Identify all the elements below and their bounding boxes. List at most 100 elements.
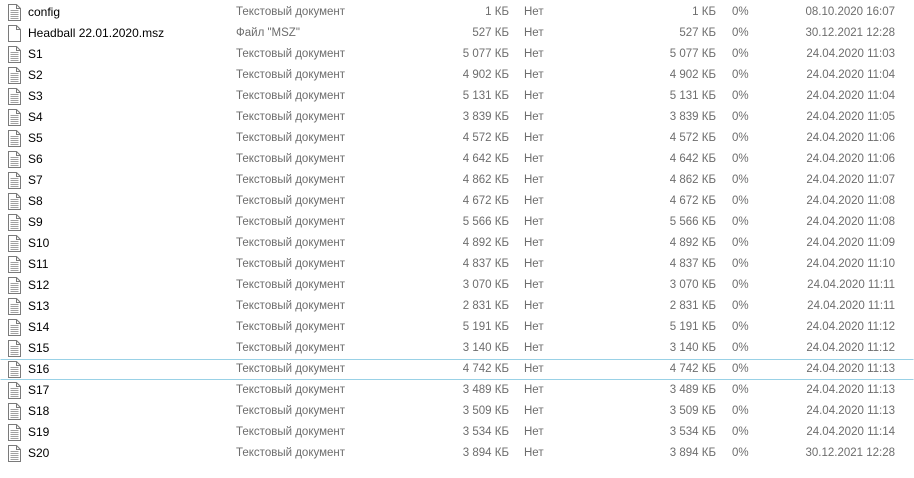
file-type: Текстовый документ	[236, 279, 346, 291]
file-row[interactable]: S18 Текстовый документ 3 509 КБ Нет 3 50…	[0, 401, 914, 422]
file-ratio: 0%	[732, 90, 749, 102]
file-type: Текстовый документ	[236, 300, 346, 312]
file-name[interactable]: S2	[28, 66, 43, 85]
file-protected: Нет	[524, 384, 544, 396]
file-row[interactable]: S9 Текстовый документ 5 566 КБ Нет 5 566…	[0, 212, 914, 233]
file-name[interactable]: S6	[28, 150, 43, 169]
file-packed-size: 4 902 КБ	[669, 69, 716, 81]
file-name[interactable]: Headball 22.01.2020.msz	[28, 24, 164, 43]
file-ratio: 0%	[732, 48, 749, 60]
file-date: 24.04.2020 11:14	[806, 426, 895, 438]
file-protected: Нет	[524, 258, 544, 270]
file-name[interactable]: S4	[28, 108, 43, 127]
file-ratio: 0%	[732, 111, 749, 123]
file-date: 24.04.2020 11:13	[806, 384, 895, 396]
file-date: 24.04.2020 11:05	[806, 111, 895, 123]
file-ratio: 0%	[732, 384, 749, 396]
file-ratio: 0%	[732, 321, 749, 333]
file-name[interactable]: S5	[28, 129, 43, 148]
file-packed-size: 3 839 КБ	[669, 111, 716, 123]
file-row[interactable]: S15 Текстовый документ 3 140 КБ Нет 3 14…	[0, 338, 914, 359]
file-packed-size: 4 572 КБ	[669, 132, 716, 144]
file-row[interactable]: S3 Текстовый документ 5 131 КБ Нет 5 131…	[0, 86, 914, 107]
file-ratio: 0%	[732, 342, 749, 354]
file-protected: Нет	[524, 447, 544, 459]
file-ratio: 0%	[732, 153, 749, 165]
file-packed-size: 4 642 КБ	[669, 153, 716, 165]
file-packed-size: 4 837 КБ	[669, 258, 716, 270]
file-type: Текстовый документ	[236, 216, 346, 228]
file-type: Файл "MSZ"	[236, 27, 300, 39]
file-row[interactable]: S12 Текстовый документ 3 070 КБ Нет 3 07…	[0, 275, 914, 296]
file-row[interactable]: S14 Текстовый документ 5 191 КБ Нет 5 19…	[0, 317, 914, 338]
file-size: 3 509 КБ	[462, 405, 509, 417]
file-name[interactable]: S9	[28, 213, 43, 232]
text-document-icon	[8, 193, 21, 210]
file-packed-size: 3 894 КБ	[669, 447, 716, 459]
file-ratio: 0%	[732, 363, 749, 375]
file-row[interactable]: S5 Текстовый документ 4 572 КБ Нет 4 572…	[0, 128, 914, 149]
file-name[interactable]: S18	[28, 402, 49, 421]
file-packed-size: 5 566 КБ	[669, 216, 716, 228]
file-row[interactable]: config Текстовый документ 1 КБ Нет 1 КБ …	[0, 2, 914, 23]
file-row[interactable]: S8 Текстовый документ 4 672 КБ Нет 4 672…	[0, 191, 914, 212]
file-name[interactable]: S17	[28, 381, 49, 400]
file-row-focused[interactable]: S16 Текстовый документ 4 742 КБ Нет 4 74…	[0, 359, 914, 380]
file-name[interactable]: S20	[28, 444, 49, 463]
file-row[interactable]: S17 Текстовый документ 3 489 КБ Нет 3 48…	[0, 380, 914, 401]
file-name[interactable]: S7	[28, 171, 43, 190]
file-name[interactable]: S14	[28, 318, 49, 337]
file-protected: Нет	[524, 6, 544, 18]
file-name[interactable]: S8	[28, 192, 43, 211]
text-document-icon	[8, 151, 21, 168]
file-size: 3 489 КБ	[462, 384, 509, 396]
file-name[interactable]: S11	[28, 255, 48, 274]
file-name[interactable]: S3	[28, 87, 43, 106]
file-name[interactable]: S10	[28, 234, 49, 253]
file-date: 30.12.2021 12:28	[805, 447, 895, 459]
file-type: Текстовый документ	[236, 405, 346, 417]
file-row[interactable]: S1 Текстовый документ 5 077 КБ Нет 5 077…	[0, 44, 914, 65]
file-size: 3 839 КБ	[462, 111, 509, 123]
text-document-icon	[8, 424, 21, 441]
file-date: 24.04.2020 11:03	[806, 48, 895, 60]
file-row[interactable]: Headball 22.01.2020.msz Файл "MSZ" 527 К…	[0, 23, 914, 44]
file-row[interactable]: S2 Текстовый документ 4 902 КБ Нет 4 902…	[0, 65, 914, 86]
file-protected: Нет	[524, 132, 544, 144]
file-row[interactable]: S10 Текстовый документ 4 892 КБ Нет 4 89…	[0, 233, 914, 254]
file-name[interactable]: S19	[28, 423, 49, 442]
file-size: 4 837 КБ	[462, 258, 509, 270]
file-size: 5 566 КБ	[462, 216, 509, 228]
file-name[interactable]: config	[28, 3, 60, 22]
file-ratio: 0%	[732, 195, 749, 207]
file-protected: Нет	[524, 426, 544, 438]
file-packed-size: 3 489 КБ	[669, 384, 716, 396]
file-row[interactable]: S11 Текстовый документ 4 837 КБ Нет 4 83…	[0, 254, 914, 275]
file-protected: Нет	[524, 237, 544, 249]
file-size: 3 894 КБ	[462, 447, 509, 459]
file-row[interactable]: S6 Текстовый документ 4 642 КБ Нет 4 642…	[0, 149, 914, 170]
file-name[interactable]: S15	[28, 339, 49, 358]
file-row[interactable]: S19 Текстовый документ 3 534 КБ Нет 3 53…	[0, 422, 914, 443]
file-ratio: 0%	[732, 258, 749, 270]
file-protected: Нет	[524, 279, 544, 291]
file-name[interactable]: S16	[28, 360, 49, 379]
text-document-icon	[8, 67, 21, 84]
file-name[interactable]: S13	[28, 297, 49, 316]
file-packed-size: 527 КБ	[679, 27, 716, 39]
file-packed-size: 4 862 КБ	[669, 174, 716, 186]
file-name[interactable]: S12	[28, 276, 49, 295]
file-row[interactable]: S4 Текстовый документ 3 839 КБ Нет 3 839…	[0, 107, 914, 128]
file-list: config Текстовый документ 1 КБ Нет 1 КБ …	[0, 2, 914, 464]
file-name[interactable]: S1	[28, 45, 43, 64]
file-packed-size: 4 892 КБ	[669, 237, 716, 249]
file-date: 24.04.2020 11:04	[806, 69, 895, 81]
file-protected: Нет	[524, 363, 544, 375]
file-row[interactable]: S13 Текстовый документ 2 831 КБ Нет 2 83…	[0, 296, 914, 317]
file-date: 24.04.2020 11:06	[806, 153, 895, 165]
file-protected: Нет	[524, 216, 544, 228]
file-protected: Нет	[524, 69, 544, 81]
file-row[interactable]: S7 Текстовый документ 4 862 КБ Нет 4 862…	[0, 170, 914, 191]
file-row[interactable]: S20 Текстовый документ 3 894 КБ Нет 3 89…	[0, 443, 914, 464]
file-type: Текстовый документ	[236, 342, 346, 354]
